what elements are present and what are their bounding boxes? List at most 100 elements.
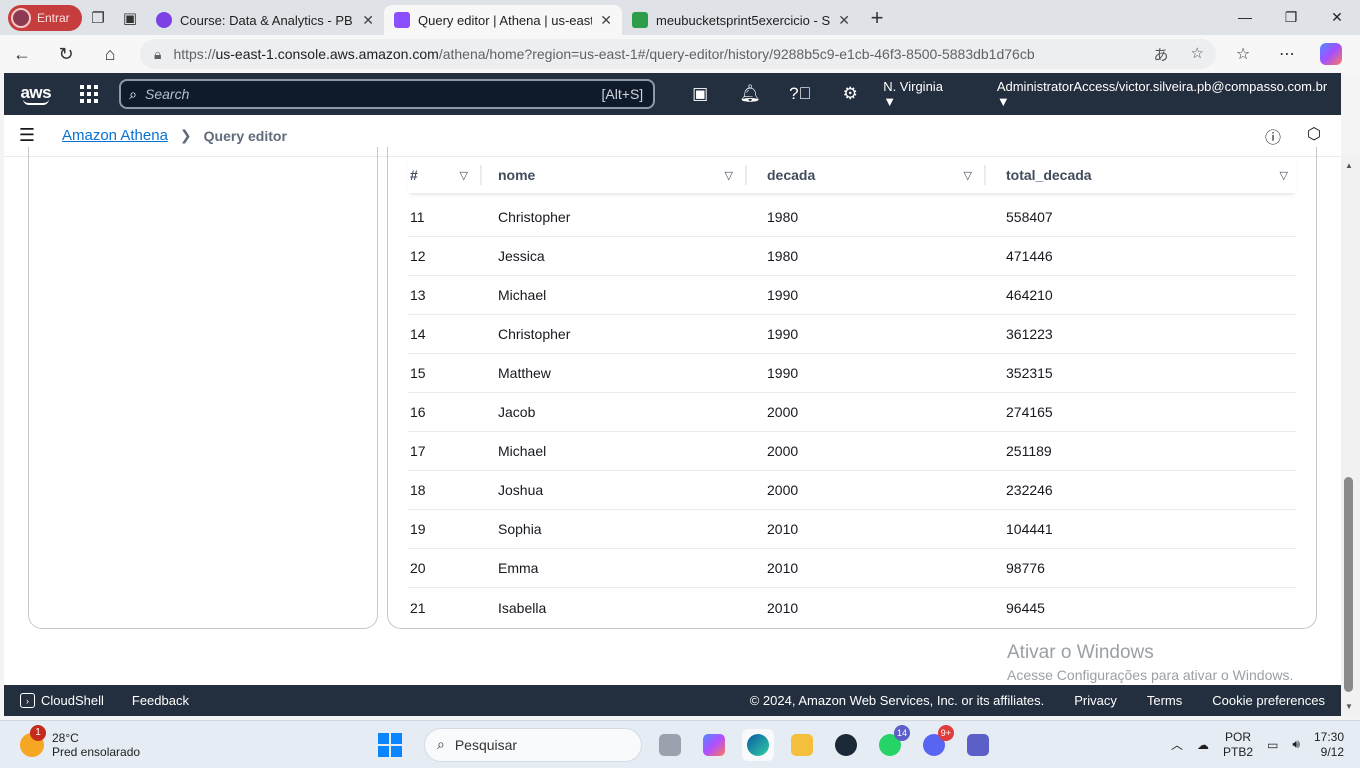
table-body: 11 Christopher 1980 558407 12 Jessica 1980 4714… <box>408 198 1296 627</box>
chevron-up-icon[interactable]: ︿ <box>1171 736 1183 753</box>
row-index-cell: 11 <box>410 209 425 225</box>
aws-logo[interactable]: aws <box>4 83 68 105</box>
tab-s3[interactable]: meubucketsprint5exercicio - S3 bucket ✕ <box>622 5 860 35</box>
steam-icon[interactable] <box>830 729 862 761</box>
page-scrollbar[interactable]: ▲ ▼ <box>1341 157 1360 716</box>
search-input[interactable]: ⌕ Search [Alt+S] <box>119 79 656 109</box>
url-input[interactable]: 🔒︎ https://us-east-1.console.aws.amazon.… <box>140 39 1216 69</box>
discord-badge: 9+ <box>937 724 954 741</box>
hexagon-settings-icon[interactable]: ⬡ <box>1307 124 1321 148</box>
windows-taskbar: 1 28°C Pred ensolarado ⌕ Pesquisar 14 9+… <box>0 720 1360 768</box>
services-grid-icon[interactable] <box>68 73 112 115</box>
table-row: 18 Joshua 2000 232246 <box>408 471 1296 510</box>
cloud-sync-icon[interactable]: ☁ <box>1197 738 1209 752</box>
new-tab-icon[interactable]: + <box>860 4 894 32</box>
copilot-icon[interactable] <box>1314 39 1348 69</box>
avatar <box>11 7 31 28</box>
decada-cell: 2000 <box>767 404 799 420</box>
search-icon: ⌕ <box>129 85 138 102</box>
sort-icon[interactable]: ▽ <box>964 169 972 182</box>
close-tab-icon[interactable]: ✕ <box>600 12 612 29</box>
favorite-star-icon[interactable]: ☆ <box>1191 44 1204 65</box>
profile-label: Entrar <box>37 10 70 25</box>
scrollbar-thumb[interactable] <box>1344 477 1353 692</box>
column-header-decada[interactable]: decada ▽ <box>747 157 986 193</box>
table-row: 19 Sophia 2010 104441 <box>408 510 1296 549</box>
favorites-icon[interactable]: ☆ <box>1226 39 1260 69</box>
network-icon[interactable]: ▭ <box>1267 738 1278 752</box>
task-view-icon[interactable] <box>654 729 686 761</box>
weather-widget[interactable]: 1 28°C Pred ensolarado <box>20 724 140 759</box>
edge-browser-icon[interactable] <box>742 728 774 761</box>
volume-icon[interactable]: 🔊︎ <box>1292 737 1300 752</box>
table-row: 21 Isabella 2010 96445 <box>408 588 1296 627</box>
notifications-bell-icon[interactable]: 🔔︎ <box>725 73 775 115</box>
row-index-cell: 13 <box>410 287 426 303</box>
sort-icon[interactable]: ▽ <box>1280 169 1288 182</box>
home-icon[interactable]: ⌂ <box>88 35 132 73</box>
sort-icon[interactable]: ▽ <box>725 169 733 182</box>
nome-cell: Michael <box>498 287 547 303</box>
region-selector[interactable]: N. Virginia ▼ <box>883 79 959 109</box>
tab-athena[interactable]: Query editor | Athena | us-east-1 ✕ <box>384 5 622 35</box>
cloudshell-button[interactable]: › CloudShell <box>20 693 104 708</box>
feedback-link[interactable]: Feedback <box>132 693 189 708</box>
tab-course[interactable]: Course: Data & Analytics - PB - AWS ✕ <box>146 5 384 35</box>
taskbar-search-input[interactable]: ⌕ Pesquisar <box>424 727 642 762</box>
whatsapp-icon[interactable]: 14 <box>874 724 910 761</box>
file-explorer-icon[interactable] <box>786 729 818 761</box>
total-decada-cell: 274165 <box>1006 404 1053 420</box>
discord-icon[interactable]: 9+ <box>918 724 954 761</box>
minimize-icon[interactable]: — <box>1222 0 1268 34</box>
terms-link[interactable]: Terms <box>1147 693 1182 708</box>
info-icon[interactable]: ⓘ <box>1265 124 1281 148</box>
total-decada-cell: 471446 <box>1006 248 1053 264</box>
privacy-link[interactable]: Privacy <box>1074 693 1117 708</box>
language-indicator[interactable]: POR PTB2 <box>1223 730 1253 760</box>
breadcrumb-athena-link[interactable]: Amazon Athena <box>62 127 168 144</box>
workspaces-icon[interactable]: ❐ <box>82 4 114 32</box>
reload-icon[interactable]: ↻ <box>44 35 88 73</box>
column-header-total-decada[interactable]: total_decada ▽ <box>986 157 1296 193</box>
settings-gear-icon[interactable]: ⚙ <box>825 73 875 115</box>
decada-cell: 2000 <box>767 443 799 459</box>
tab-title: Query editor | Athena | us-east-1 <box>418 12 593 28</box>
account-menu[interactable]: AdministratorAccess/victor.silveira.pb@c… <box>997 79 1341 109</box>
browser-tab-strip: Entrar ❐ ▣ Course: Data & Analytics - PB… <box>0 0 1360 35</box>
main-content: # ▽ nome ▽ decada ▽ total_decada ▽ 11 Chr… <box>4 147 1341 685</box>
profile-button[interactable]: Entrar <box>8 4 82 31</box>
windows-activation-watermark: Ativar o Windows Acesse Configurações pa… <box>1007 642 1294 683</box>
course-favicon-icon <box>156 12 172 28</box>
cookie-preferences-link[interactable]: Cookie preferences <box>1212 693 1325 708</box>
row-index-cell: 16 <box>410 404 426 420</box>
more-menu-icon[interactable]: ⋯ <box>1270 39 1304 69</box>
close-window-icon[interactable]: ✕ <box>1314 0 1360 34</box>
window-controls: — ❐ ✕ <box>1222 0 1360 34</box>
copilot-app-icon[interactable] <box>698 729 730 761</box>
search-shortcut: [Alt+S] <box>601 86 644 102</box>
decada-cell: 2000 <box>767 482 799 498</box>
translate-icon[interactable]: あ <box>1154 44 1169 65</box>
row-index-cell: 18 <box>410 482 426 498</box>
help-icon[interactable]: ?⃝ <box>775 73 825 115</box>
clock[interactable]: 17:30 9/12 <box>1314 730 1344 760</box>
column-header-nome[interactable]: nome ▽ <box>482 157 747 193</box>
menu-hamburger-icon[interactable]: ☰ <box>4 125 50 146</box>
site-info-icon[interactable]: 🔒︎ <box>154 46 161 63</box>
close-tab-icon[interactable]: ✕ <box>838 12 850 29</box>
tab-actions-icon[interactable]: ▣ <box>114 4 146 32</box>
decada-cell: 1980 <box>767 209 799 225</box>
back-icon[interactable]: ← <box>0 35 44 73</box>
scroll-up-icon[interactable]: ▲ <box>1345 161 1353 170</box>
start-windows-icon[interactable] <box>378 732 402 757</box>
column-header-index[interactable]: # ▽ <box>408 157 482 193</box>
close-tab-icon[interactable]: ✕ <box>362 12 374 29</box>
row-index-cell: 19 <box>410 521 426 537</box>
sort-icon[interactable]: ▽ <box>460 169 468 182</box>
decada-cell: 1980 <box>767 248 799 264</box>
cloudshell-icon[interactable]: ▣ <box>675 73 725 115</box>
table-row: 11 Christopher 1980 558407 <box>408 198 1296 237</box>
restore-icon[interactable]: ❐ <box>1268 0 1314 34</box>
teams-icon[interactable] <box>962 729 994 761</box>
scroll-down-icon[interactable]: ▼ <box>1345 702 1353 711</box>
